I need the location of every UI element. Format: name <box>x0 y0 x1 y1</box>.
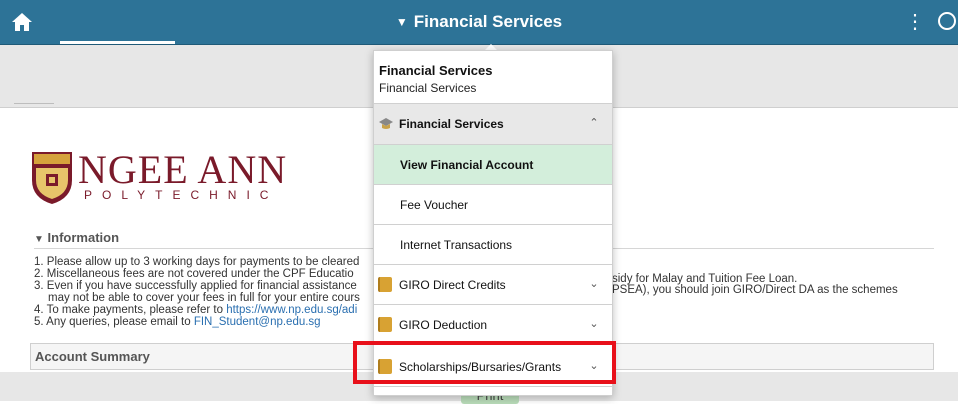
page-title: Financial Services <box>413 12 563 31</box>
info-line-text: 5. Any queries, please email to <box>34 316 194 328</box>
caret-down-icon: ▼ <box>395 15 408 29</box>
menu-folder-label: GIRO Deduction <box>399 318 488 332</box>
menu-item-internet-transactions[interactable]: Internet Transactions <box>374 225 612 265</box>
account-summary-title: Account Summary <box>35 349 150 364</box>
info-line-continued: PSEA), you should join GIRO/Direct DA as… <box>612 284 898 296</box>
information-header[interactable]: ▼ Information <box>34 230 119 245</box>
page-title-dropdown[interactable]: ▼ Financial Services <box>0 0 958 44</box>
menu-folder-giro-deduction[interactable]: GIRO Deduction ⌄ <box>374 305 612 345</box>
menu-section-financial-services[interactable]: Financial Services ⌃ <box>374 104 612 145</box>
highlight-annotation <box>353 341 616 384</box>
logo-name: NGEE ANN <box>78 147 288 192</box>
information-title: Information <box>47 230 120 245</box>
menu-section-label: Financial Services <box>399 117 504 131</box>
folder-icon <box>378 317 392 332</box>
menu-item-label: Internet Transactions <box>400 238 513 252</box>
logo-subtitle: POLYTECHNIC <box>84 188 279 202</box>
collapse-caret-icon: ▼ <box>34 234 44 245</box>
chevron-down-icon: ⌄ <box>589 318 599 330</box>
menu-item-view-financial-account[interactable]: View Financial Account <box>374 145 612 185</box>
divider <box>14 103 54 104</box>
email-link[interactable]: FIN_Student@np.edu.sg <box>194 316 321 328</box>
menu-header: Financial Services Financial Services <box>374 51 612 104</box>
navbar-icon[interactable] <box>938 12 956 30</box>
active-tab-indicator <box>60 41 175 44</box>
chevron-up-icon: ⌃ <box>589 117 599 129</box>
menu-item-fee-voucher[interactable]: Fee Voucher <box>374 185 612 225</box>
menu-header-title: Financial Services <box>379 63 493 78</box>
info-line-text: 4. To make payments, please refer to <box>34 304 227 316</box>
folder-icon <box>378 277 392 292</box>
more-options-icon[interactable]: ⋮ <box>905 10 925 34</box>
crest-icon <box>32 152 72 204</box>
menu-folder-label: GIRO Direct Credits <box>399 278 506 292</box>
menu-item-label: View Financial Account <box>400 158 534 172</box>
menu-folder-giro-direct-credits[interactable]: GIRO Direct Credits ⌄ <box>374 265 612 305</box>
graduation-cap-icon <box>379 118 393 129</box>
payments-link[interactable]: https://www.np.edu.sg/adi <box>226 304 357 316</box>
chevron-down-icon: ⌄ <box>589 278 599 290</box>
menu-item-label: Fee Voucher <box>400 198 469 212</box>
menu-header-subtitle: Financial Services <box>379 81 477 95</box>
